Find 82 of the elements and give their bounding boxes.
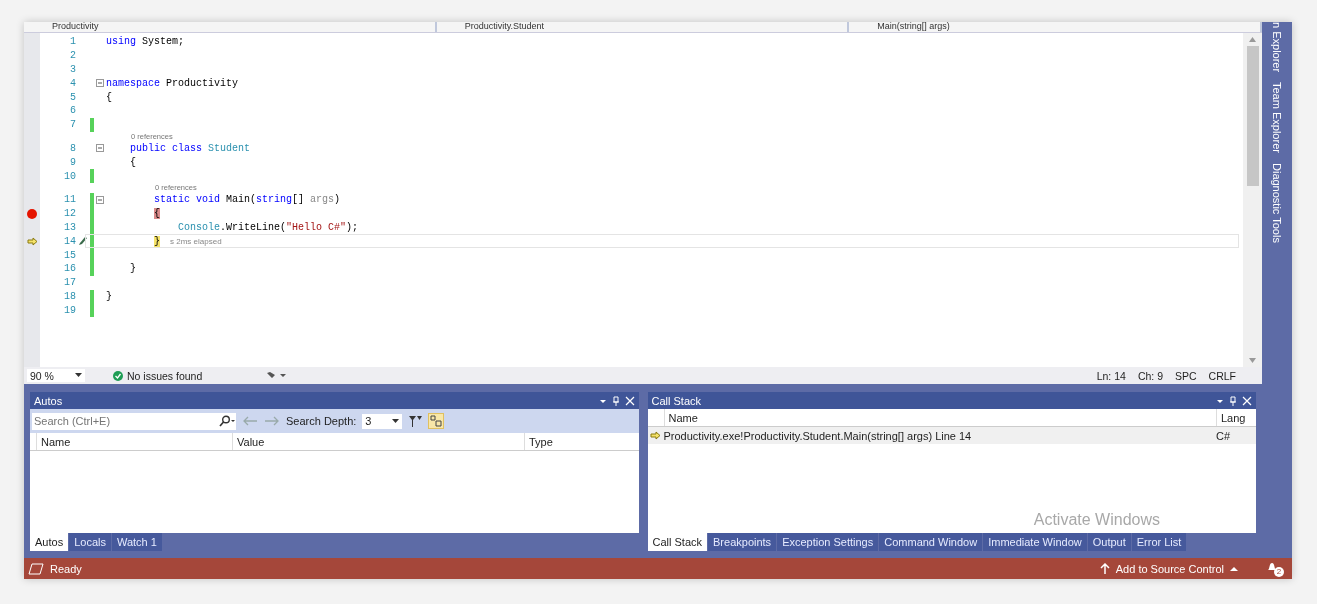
code-line: Console.WriteLine("Hello C#"); bbox=[177, 221, 359, 233]
close-icon[interactable] bbox=[624, 395, 635, 406]
collapse-icon[interactable] bbox=[96, 195, 104, 204]
line-number: 15 bbox=[64, 249, 76, 261]
pin-icon[interactable] bbox=[1229, 395, 1237, 406]
pin-icon[interactable] bbox=[611, 395, 620, 406]
panel-tab[interactable]: Breakpoints bbox=[708, 533, 777, 551]
brush-icon[interactable] bbox=[265, 370, 287, 381]
line-ending-indicator[interactable]: CRLF bbox=[1208, 369, 1236, 382]
filter-icon[interactable] bbox=[408, 414, 423, 428]
search-input[interactable]: Search (Ctrl+E) bbox=[32, 414, 218, 428]
panel-tab[interactable]: Immediate Window bbox=[983, 533, 1087, 551]
close-icon[interactable] bbox=[1242, 395, 1252, 406]
line-number: 16 bbox=[64, 263, 76, 275]
collapse-icon[interactable] bbox=[96, 144, 104, 153]
line-number: 10 bbox=[64, 170, 76, 182]
panel-tab[interactable]: Error List bbox=[1131, 533, 1187, 551]
panel-tab[interactable]: Autos bbox=[30, 533, 69, 551]
line-number: 9 bbox=[70, 156, 76, 168]
up-arrow-icon bbox=[1099, 562, 1110, 575]
panel-tab[interactable]: Locals bbox=[69, 533, 111, 551]
column-header[interactable]: Name bbox=[36, 433, 232, 450]
column-header[interactable]: Name bbox=[663, 409, 1216, 426]
line-number: 2 bbox=[70, 50, 76, 62]
panel-tab[interactable]: Call Stack bbox=[647, 533, 708, 551]
elapsed-hint: s 2ms elapsed bbox=[170, 236, 222, 246]
source-control-button[interactable]: Add to Source Control bbox=[1115, 562, 1224, 575]
line-number: 6 bbox=[70, 105, 76, 117]
code-line: namespace Productivity bbox=[106, 77, 239, 89]
code-line: static void Main(string[] args) bbox=[153, 194, 341, 206]
issues-status[interactable]: No issues found bbox=[127, 369, 203, 382]
line-number: 7 bbox=[70, 119, 76, 131]
line-number: 5 bbox=[70, 91, 76, 103]
code-line: { bbox=[106, 91, 112, 103]
status-icon bbox=[28, 562, 44, 575]
language-cell-text: C# bbox=[1215, 429, 1232, 442]
collapse-icon[interactable] bbox=[96, 79, 104, 88]
line-number: 13 bbox=[64, 221, 76, 233]
line-number: 19 bbox=[64, 304, 76, 316]
line-number: 17 bbox=[64, 277, 76, 289]
line-number: 1 bbox=[70, 36, 76, 48]
column-indicator[interactable]: Ch: 9 bbox=[1137, 369, 1163, 382]
column-header[interactable]: Lang bbox=[1216, 409, 1256, 426]
column-header[interactable]: Type bbox=[524, 433, 639, 450]
line-number: 18 bbox=[64, 290, 76, 302]
search-field[interactable]: Search (Ctrl+E) bbox=[32, 412, 236, 430]
status-text: Ready bbox=[50, 562, 82, 575]
panel-title: Call Stack bbox=[651, 394, 703, 407]
activation-watermark: Activate Windows bbox=[1033, 511, 1160, 529]
depth-dropdown[interactable]: 3 bbox=[362, 413, 403, 429]
line-indicator[interactable]: Ln: 14 bbox=[1096, 369, 1126, 382]
panel-tab[interactable]: Exception Settings bbox=[777, 533, 879, 551]
line-number: 8 bbox=[70, 142, 76, 154]
side-tab[interactable]: Diagnostic Tools bbox=[1271, 163, 1283, 243]
code-line: { bbox=[129, 156, 137, 168]
line-number: 3 bbox=[70, 64, 76, 75]
line-number: 11 bbox=[64, 194, 76, 206]
side-tab[interactable]: n Explorer bbox=[1271, 22, 1283, 73]
view-toggle-icon[interactable] bbox=[428, 413, 445, 429]
brush-icon bbox=[77, 236, 88, 247]
panel-tab[interactable]: Output bbox=[1087, 533, 1131, 551]
line-number: 4 bbox=[70, 77, 76, 89]
caret-up-icon[interactable] bbox=[1230, 565, 1238, 572]
search-depth-label: Search Depth: bbox=[286, 415, 357, 427]
line-number: 12 bbox=[64, 208, 76, 220]
code-line: public class Student bbox=[129, 142, 251, 154]
code-line: } bbox=[106, 290, 112, 302]
panel-tab[interactable]: Command Window bbox=[879, 533, 983, 551]
line-number: 14 bbox=[64, 235, 76, 247]
check-icon bbox=[113, 370, 123, 381]
stack-frame[interactable]: Productivity.exe!Productivity.Student.Main(string[] args) Line 14 bbox=[663, 429, 1211, 442]
search-icon[interactable] bbox=[218, 415, 236, 427]
indent-indicator[interactable]: SPC bbox=[1175, 369, 1197, 382]
caret-icon[interactable] bbox=[75, 373, 82, 378]
panel-title: Autos bbox=[34, 394, 64, 407]
caret-icon[interactable] bbox=[392, 418, 400, 424]
code-line: } bbox=[129, 263, 137, 275]
code-line: using System; bbox=[106, 36, 185, 48]
zoom-dropdown[interactable]: 90 % bbox=[27, 369, 85, 382]
column-header[interactable]: Value bbox=[232, 433, 524, 450]
side-tab[interactable]: Team Explorer bbox=[1271, 82, 1283, 154]
panel-tab[interactable]: Watch 1 bbox=[111, 533, 162, 551]
